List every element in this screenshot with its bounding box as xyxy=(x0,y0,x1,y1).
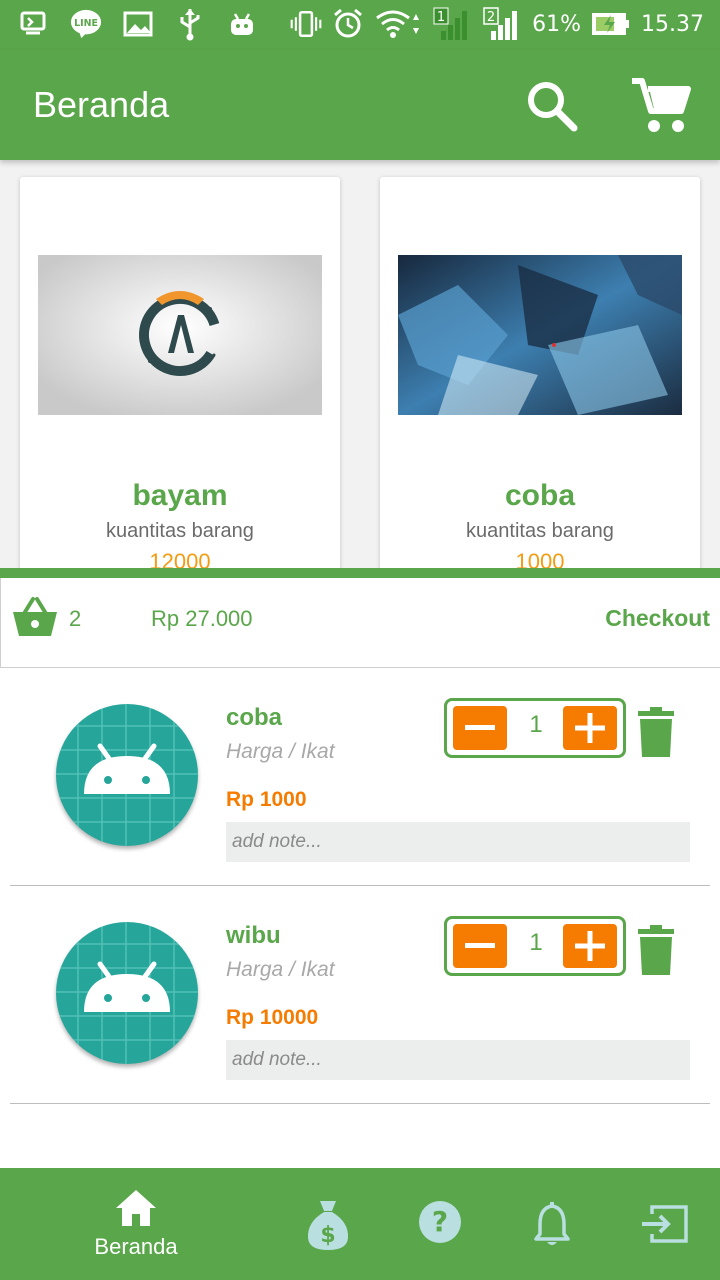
plus-icon xyxy=(575,713,605,743)
battery-percent: 61% xyxy=(532,11,582,37)
decrease-button[interactable] xyxy=(453,924,507,968)
trash-icon xyxy=(638,925,674,975)
nav-notifications[interactable] xyxy=(522,1168,582,1280)
screen-cast-icon xyxy=(18,8,50,40)
page-title: Beranda xyxy=(33,84,170,125)
nav-transactions[interactable]: $ xyxy=(298,1168,358,1280)
android-debug-icon xyxy=(226,8,258,40)
quantity-stepper: 1 xyxy=(444,698,626,758)
trash-icon xyxy=(638,707,674,757)
signal-sim1-icon: 1 xyxy=(432,7,472,40)
help-icon: ? xyxy=(419,1201,461,1243)
product-avatar xyxy=(56,704,198,846)
cart-item-unit: Harga / Ikat xyxy=(226,740,335,763)
cart-sheet: 2 Rp 27.000 Checkout coba Harga / Ikat R… xyxy=(0,568,720,1168)
system-icons: 1 2 61% 15.37 xyxy=(290,7,704,40)
quantity-value: 1 xyxy=(529,929,543,956)
bottom-navigation: Beranda $ ? xyxy=(0,1168,720,1280)
usb-icon xyxy=(174,8,206,41)
decrease-button[interactable] xyxy=(453,706,507,750)
cart-summary-bar: 2 Rp 27.000 Checkout xyxy=(0,578,720,668)
line-app-icon: LINE xyxy=(70,8,102,40)
product-card[interactable]: coba kuantitas barang 1000 xyxy=(380,177,700,577)
minus-icon xyxy=(465,943,495,948)
logout-icon xyxy=(642,1205,688,1243)
cart-item-name: coba xyxy=(226,704,283,731)
search-button[interactable] xyxy=(522,76,582,136)
delete-button[interactable] xyxy=(636,706,676,758)
image-icon xyxy=(122,8,154,40)
delete-button[interactable] xyxy=(636,924,676,976)
product-qty-label: kuantitas barang xyxy=(106,520,254,542)
increase-button[interactable] xyxy=(563,706,617,750)
cart-item-count: 2 xyxy=(69,606,82,631)
cart-button[interactable] xyxy=(630,76,692,136)
svg-text:LINE: LINE xyxy=(74,18,98,29)
quantity-stepper: 1 xyxy=(444,916,626,976)
product-name: coba xyxy=(504,479,576,512)
sim2-label: 2 xyxy=(487,10,495,25)
product-qty-label: kuantitas barang xyxy=(466,520,614,542)
cart-item-name: wibu xyxy=(226,922,281,949)
product-image-overwatch xyxy=(38,255,322,415)
product-image-abstract xyxy=(398,255,682,415)
note-input[interactable] xyxy=(226,1040,690,1080)
notification-icons: LINE xyxy=(18,8,258,41)
nav-label: Beranda xyxy=(94,1234,178,1259)
plus-icon xyxy=(575,931,605,961)
nav-logout[interactable] xyxy=(634,1168,694,1280)
app-bar: Beranda xyxy=(0,50,720,160)
search-icon xyxy=(528,82,578,132)
nav-help[interactable]: ? xyxy=(410,1168,470,1280)
clock: 15.37 xyxy=(641,11,704,37)
basket-icon xyxy=(11,596,59,640)
product-card[interactable]: bayam kuantitas barang 12000 xyxy=(20,177,340,577)
money-bag-icon: $ xyxy=(307,1201,349,1250)
cart-item: coba Harga / Ikat Rp 1000 1 xyxy=(10,668,710,886)
alarm-icon xyxy=(332,8,364,40)
sim1-label: 1 xyxy=(437,10,445,25)
android-icon xyxy=(56,704,198,846)
cart-item-unit: Harga / Ikat xyxy=(226,958,335,981)
battery-charging-icon xyxy=(591,8,631,40)
bell-icon xyxy=(534,1202,570,1245)
status-bar: LINE 1 2 61% 15.37 xyxy=(0,0,720,50)
checkout-button[interactable]: Checkout xyxy=(605,605,710,632)
note-input[interactable] xyxy=(226,822,690,862)
product-name: bayam xyxy=(132,479,228,512)
cart-icon xyxy=(632,78,691,132)
cart-item: wibu Harga / Ikat Rp 10000 1 xyxy=(10,886,710,1104)
android-icon xyxy=(56,922,198,1064)
svg-text:?: ? xyxy=(432,1205,448,1238)
cart-item-price: Rp 1000 xyxy=(226,788,307,811)
home-icon xyxy=(116,1190,156,1226)
cart-item-price: Rp 10000 xyxy=(226,1006,319,1029)
cart-total: Rp 27.000 xyxy=(151,606,253,631)
nav-beranda[interactable]: Beranda xyxy=(86,1168,186,1280)
product-avatar xyxy=(56,922,198,1064)
minus-icon xyxy=(465,725,495,730)
vibrate-icon xyxy=(290,8,322,40)
signal-sim2-icon: 2 xyxy=(482,7,522,40)
increase-button[interactable] xyxy=(563,924,617,968)
wifi-icon xyxy=(374,8,422,40)
quantity-value: 1 xyxy=(529,711,543,738)
svg-text:$: $ xyxy=(320,1223,335,1248)
